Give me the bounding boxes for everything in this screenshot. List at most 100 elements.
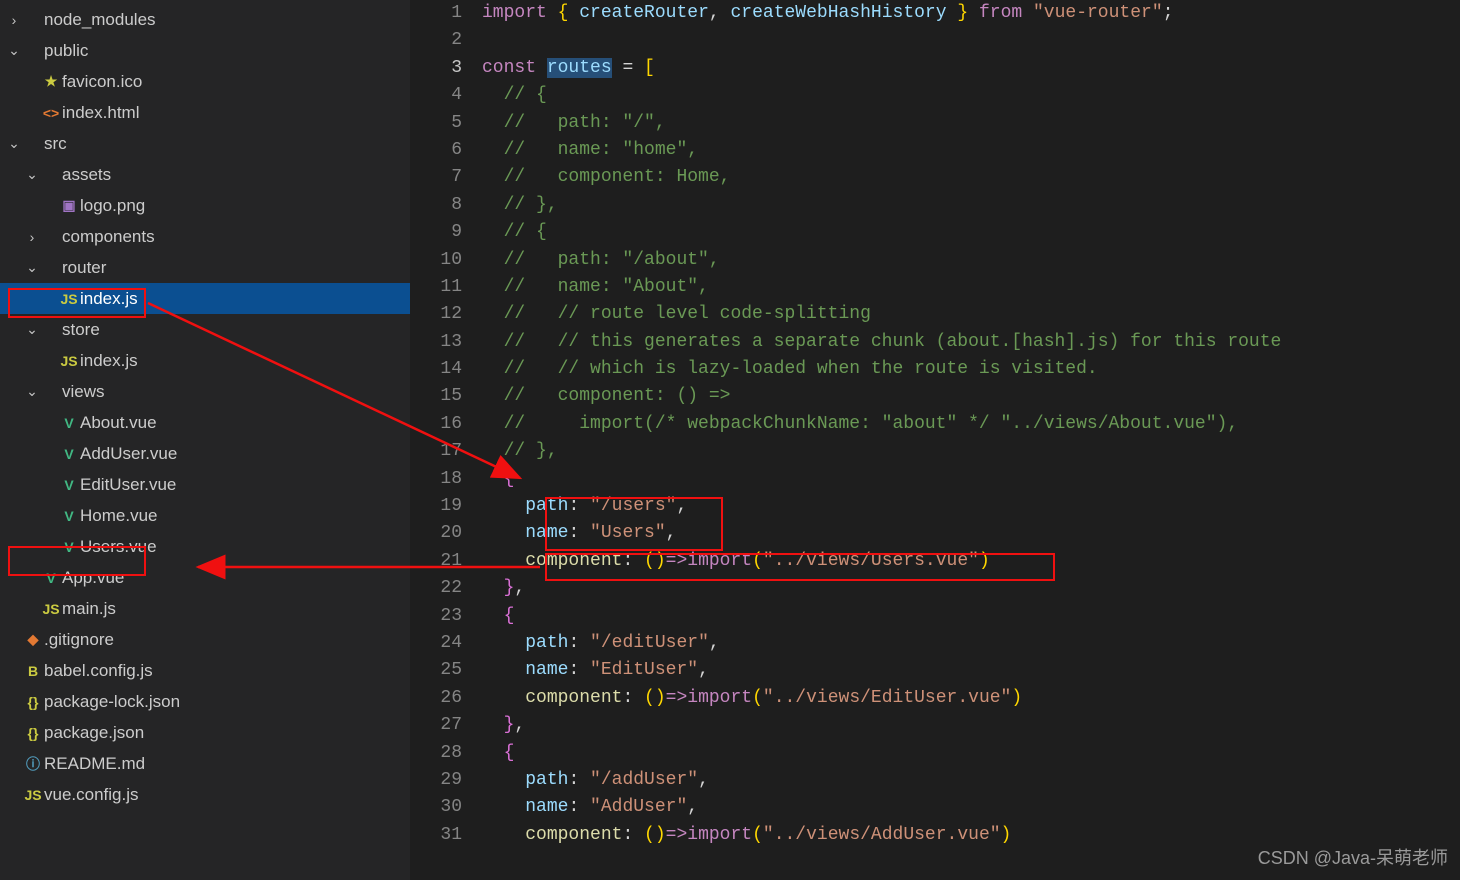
file-label: logo.png bbox=[80, 196, 145, 216]
file-tree-item-README-md[interactable]: ⓘREADME.md bbox=[0, 748, 410, 779]
chevron-closed-icon[interactable] bbox=[6, 12, 22, 28]
code-line[interactable]: // // which is lazy-loaded when the rout… bbox=[482, 356, 1460, 383]
chevron-open-icon[interactable] bbox=[6, 135, 22, 152]
line-number: 10 bbox=[410, 247, 462, 274]
code-line[interactable]: name: "Users", bbox=[482, 520, 1460, 547]
file-explorer[interactable]: node_modulespublic★favicon.ico<>index.ht… bbox=[0, 0, 410, 880]
line-number: 4 bbox=[410, 82, 462, 109]
chevron-open-icon[interactable] bbox=[24, 383, 40, 400]
file-icon: JS bbox=[40, 601, 62, 617]
code-line[interactable]: { bbox=[482, 740, 1460, 767]
code-line[interactable]: name: "AddUser", bbox=[482, 794, 1460, 821]
code-line[interactable]: // import(/* webpackChunkName: "about" *… bbox=[482, 411, 1460, 438]
code-line[interactable]: // }, bbox=[482, 192, 1460, 219]
code-line[interactable]: component: ()=>import("../views/Users.vu… bbox=[482, 548, 1460, 575]
file-tree-item-Users-vue[interactable]: VUsers.vue bbox=[0, 531, 410, 562]
file-tree-item-index-js[interactable]: JSindex.js bbox=[0, 345, 410, 376]
line-number: 11 bbox=[410, 274, 462, 301]
file-icon: <> bbox=[40, 105, 62, 121]
code-line[interactable]: name: "EditUser", bbox=[482, 657, 1460, 684]
line-number-gutter: 1234567891011121314151617181920212223242… bbox=[410, 0, 482, 880]
code-line[interactable]: // // this generates a separate chunk (a… bbox=[482, 329, 1460, 356]
file-label: README.md bbox=[44, 754, 145, 774]
file-tree-item-index-js[interactable]: JSindex.js bbox=[0, 283, 410, 314]
code-line[interactable]: import { createRouter, createWebHashHist… bbox=[482, 0, 1460, 27]
file-tree-item-public[interactable]: public bbox=[0, 35, 410, 66]
code-line[interactable]: }, bbox=[482, 712, 1460, 739]
code-line[interactable]: // name: "home", bbox=[482, 137, 1460, 164]
file-icon: JS bbox=[22, 787, 44, 803]
file-tree-item-package-lock-json[interactable]: {}package-lock.json bbox=[0, 686, 410, 717]
file-tree-item-index-html[interactable]: <>index.html bbox=[0, 97, 410, 128]
chevron-open-icon[interactable] bbox=[24, 259, 40, 276]
line-number: 7 bbox=[410, 164, 462, 191]
line-number: 18 bbox=[410, 466, 462, 493]
file-tree-item-router[interactable]: router bbox=[0, 252, 410, 283]
file-tree-item--gitignore[interactable]: ◆.gitignore bbox=[0, 624, 410, 655]
file-tree-item-logo-png[interactable]: ▣logo.png bbox=[0, 190, 410, 221]
code-editor[interactable]: 1234567891011121314151617181920212223242… bbox=[410, 0, 1460, 880]
file-tree-item-node-modules[interactable]: node_modules bbox=[0, 4, 410, 35]
file-label: store bbox=[62, 320, 100, 340]
file-tree-item-App-vue[interactable]: VApp.vue bbox=[0, 562, 410, 593]
file-tree-item-src[interactable]: src bbox=[0, 128, 410, 159]
file-tree-item-main-js[interactable]: JSmain.js bbox=[0, 593, 410, 624]
line-number: 16 bbox=[410, 411, 462, 438]
code-line[interactable]: path: "/addUser", bbox=[482, 767, 1460, 794]
file-tree-item-assets[interactable]: assets bbox=[0, 159, 410, 190]
file-icon: JS bbox=[58, 353, 80, 369]
code-line[interactable]: // name: "About", bbox=[482, 274, 1460, 301]
file-label: index.html bbox=[62, 103, 139, 123]
file-tree-item-babel-config-js[interactable]: Bbabel.config.js bbox=[0, 655, 410, 686]
chevron-open-icon[interactable] bbox=[24, 321, 40, 338]
code-line[interactable]: // { bbox=[482, 219, 1460, 246]
code-line[interactable]: // component: () => bbox=[482, 383, 1460, 410]
file-icon: ⓘ bbox=[22, 754, 44, 774]
file-label: Users.vue bbox=[80, 537, 157, 557]
file-label: vue.config.js bbox=[44, 785, 139, 805]
file-tree-item-package-json[interactable]: {}package.json bbox=[0, 717, 410, 748]
line-number: 12 bbox=[410, 301, 462, 328]
code-line[interactable]: const routes = [ bbox=[482, 55, 1460, 82]
file-icon: JS bbox=[58, 291, 80, 307]
code-line[interactable]: // component: Home, bbox=[482, 164, 1460, 191]
code-line[interactable]: path: "/users", bbox=[482, 493, 1460, 520]
file-tree-item-About-vue[interactable]: VAbout.vue bbox=[0, 407, 410, 438]
code-line[interactable]: path: "/editUser", bbox=[482, 630, 1460, 657]
file-tree-item-EditUser-vue[interactable]: VEditUser.vue bbox=[0, 469, 410, 500]
code-line[interactable]: // }, bbox=[482, 438, 1460, 465]
code-line[interactable]: // path: "/about", bbox=[482, 247, 1460, 274]
code-line[interactable]: // // route level code-splitting bbox=[482, 301, 1460, 328]
line-number: 28 bbox=[410, 740, 462, 767]
file-tree-item-views[interactable]: views bbox=[0, 376, 410, 407]
file-tree-item-vue-config-js[interactable]: JSvue.config.js bbox=[0, 779, 410, 810]
file-tree-item-components[interactable]: components bbox=[0, 221, 410, 252]
file-icon: {} bbox=[22, 725, 44, 741]
file-icon: B bbox=[22, 663, 44, 679]
file-label: package.json bbox=[44, 723, 144, 743]
chevron-open-icon[interactable] bbox=[24, 166, 40, 183]
code-line[interactable]: // { bbox=[482, 82, 1460, 109]
chevron-open-icon[interactable] bbox=[6, 42, 22, 59]
code-line[interactable]: // path: "/", bbox=[482, 110, 1460, 137]
code-line[interactable]: component: ()=>import("../views/AddUser.… bbox=[482, 822, 1460, 849]
line-number: 8 bbox=[410, 192, 462, 219]
line-number: 27 bbox=[410, 712, 462, 739]
code-line[interactable]: { bbox=[482, 603, 1460, 630]
line-number: 29 bbox=[410, 767, 462, 794]
code-line[interactable]: component: ()=>import("../views/EditUser… bbox=[482, 685, 1460, 712]
file-tree-item-Home-vue[interactable]: VHome.vue bbox=[0, 500, 410, 531]
code-line[interactable]: }, bbox=[482, 575, 1460, 602]
file-tree-item-AddUser-vue[interactable]: VAddUser.vue bbox=[0, 438, 410, 469]
file-label: favicon.ico bbox=[62, 72, 142, 92]
chevron-closed-icon[interactable] bbox=[24, 229, 40, 245]
file-tree-item-store[interactable]: store bbox=[0, 314, 410, 345]
file-icon: V bbox=[58, 539, 80, 555]
file-icon: ▣ bbox=[58, 197, 80, 214]
file-tree-item-favicon-ico[interactable]: ★favicon.ico bbox=[0, 66, 410, 97]
code-line[interactable]: { bbox=[482, 466, 1460, 493]
code-content[interactable]: import { createRouter, createWebHashHist… bbox=[482, 0, 1460, 880]
line-number: 25 bbox=[410, 657, 462, 684]
file-label: Home.vue bbox=[80, 506, 157, 526]
code-line[interactable] bbox=[482, 27, 1460, 54]
